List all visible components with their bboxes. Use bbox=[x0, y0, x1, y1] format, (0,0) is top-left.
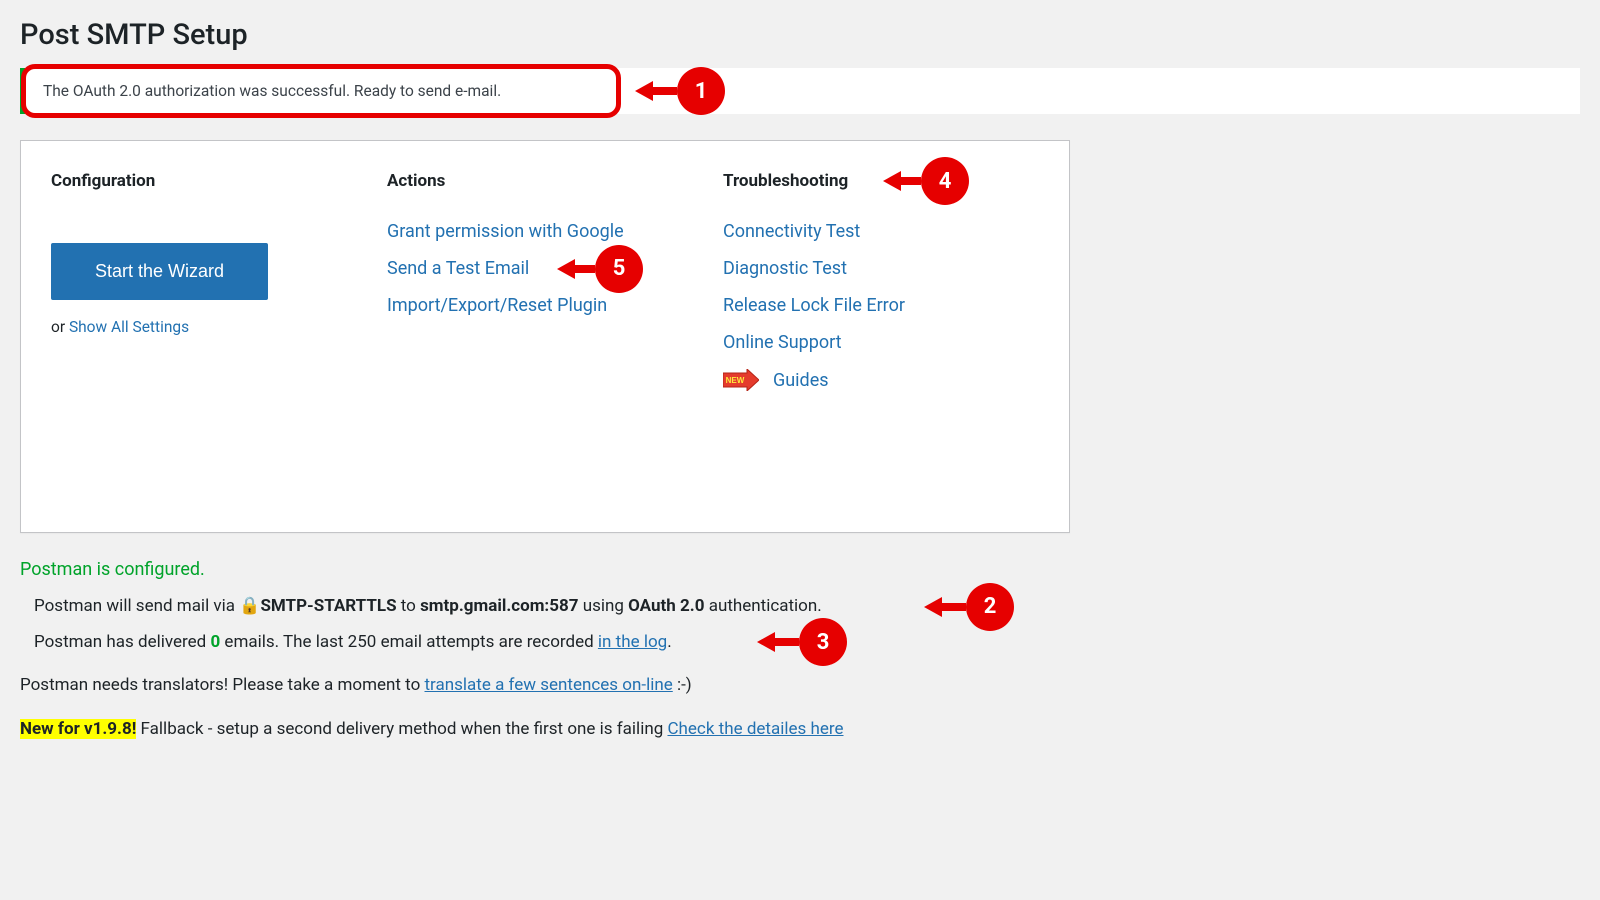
status2-pre: Postman has delivered bbox=[34, 632, 210, 652]
connectivity-test-link[interactable]: Connectivity Test bbox=[723, 221, 860, 242]
status1-pre: Postman will send mail via bbox=[34, 596, 239, 616]
status2-post: . bbox=[667, 632, 671, 652]
fallback-text: Fallback - setup a second delivery metho… bbox=[136, 719, 667, 739]
main-card: Configuration Start the Wizard or Show A… bbox=[20, 140, 1070, 533]
translators-pre: Postman needs translators! Please take a… bbox=[20, 675, 425, 695]
oauth-success-notice: The OAuth 2.0 authorization was successf… bbox=[20, 68, 1580, 114]
show-all-settings-link[interactable]: Show All Settings bbox=[69, 318, 189, 336]
configuration-column: Configuration Start the Wizard or Show A… bbox=[51, 171, 367, 412]
new-version-badge: New for v1.9.8! bbox=[20, 719, 136, 739]
status1-host: smtp.gmail.com:587 bbox=[420, 596, 578, 616]
page-title: Post SMTP Setup bbox=[20, 18, 1580, 52]
notice-text: The OAuth 2.0 authorization was successf… bbox=[43, 82, 501, 100]
status1-protocol: SMTP-STARTTLS bbox=[260, 596, 396, 616]
troubleshooting-title: Troubleshooting 4 bbox=[723, 171, 1039, 191]
status2-count: 0 bbox=[210, 632, 220, 652]
new-badge-icon: NEW bbox=[723, 369, 759, 391]
online-support-link[interactable]: Online Support bbox=[723, 332, 842, 353]
annotation-3: 3 bbox=[757, 618, 847, 666]
status-section: Postman is configured. Postman will send… bbox=[20, 559, 1580, 655]
translators-line: Postman needs translators! Please take a… bbox=[20, 673, 1580, 699]
send-test-email-link[interactable]: Send a Test Email bbox=[387, 258, 529, 279]
troubleshooting-title-text: Troubleshooting bbox=[723, 171, 848, 191]
start-wizard-button[interactable]: Start the Wizard bbox=[51, 243, 268, 300]
lock-icon: 🔒 bbox=[239, 596, 260, 616]
grant-permission-link[interactable]: Grant permission with Google bbox=[387, 221, 624, 242]
actions-column: Actions Grant permission with Google Sen… bbox=[387, 171, 703, 412]
new-version-line: New for v1.9.8! Fallback - setup a secon… bbox=[20, 717, 1580, 743]
status-configured: Postman is configured. bbox=[20, 559, 1580, 580]
status1-using: using bbox=[578, 596, 628, 616]
annotation-4: 4 bbox=[883, 157, 969, 205]
status-line-1: Postman will send mail via 🔒SMTP-STARTTL… bbox=[34, 594, 1580, 620]
status1-post: authentication. bbox=[704, 596, 821, 616]
svg-text:NEW: NEW bbox=[726, 376, 745, 385]
annotation-5: 5 bbox=[557, 245, 643, 293]
or-text: or bbox=[51, 318, 69, 336]
or-show-all: or Show All Settings bbox=[51, 318, 367, 336]
annotation-2: 2 bbox=[924, 583, 1014, 631]
import-export-reset-link[interactable]: Import/Export/Reset Plugin bbox=[387, 295, 607, 316]
status-line-2: Postman has delivered 0 emails. The last… bbox=[34, 630, 1580, 656]
configuration-title: Configuration bbox=[51, 171, 367, 191]
guides-link[interactable]: Guides bbox=[773, 370, 829, 391]
troubleshooting-column: Troubleshooting 4 Connectivity Test Diag… bbox=[723, 171, 1039, 412]
status2-mid: emails. The last 250 email attempts are … bbox=[220, 632, 598, 652]
status1-auth: OAuth 2.0 bbox=[628, 596, 704, 616]
diagnostic-test-link[interactable]: Diagnostic Test bbox=[723, 258, 847, 279]
status1-to: to bbox=[397, 596, 421, 616]
fallback-details-link[interactable]: Check the detailes here bbox=[667, 719, 843, 739]
log-link[interactable]: in the log bbox=[598, 632, 667, 652]
translators-post: :-) bbox=[673, 675, 692, 695]
annotation-1: 1 bbox=[635, 67, 725, 115]
release-lock-link[interactable]: Release Lock File Error bbox=[723, 295, 905, 316]
actions-title: Actions bbox=[387, 171, 703, 191]
translate-link[interactable]: translate a few sentences on-line bbox=[425, 675, 673, 695]
